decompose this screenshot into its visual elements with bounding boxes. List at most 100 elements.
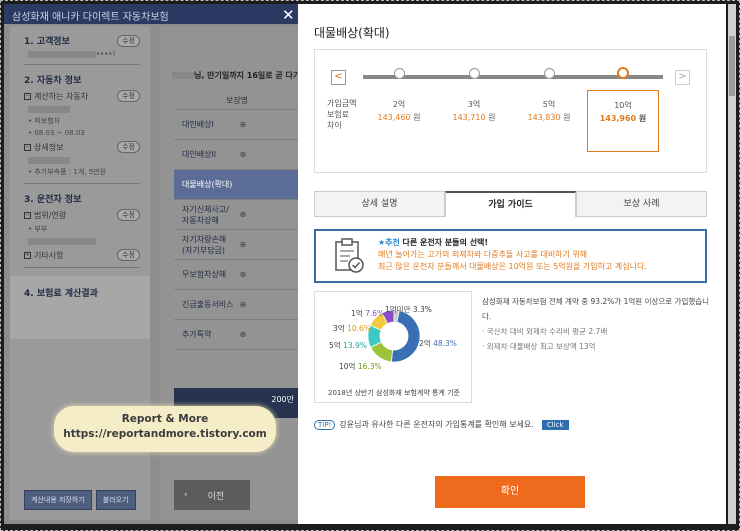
info-line: • 부부 [28, 225, 48, 233]
section-title: 1. 고객정보 [24, 37, 70, 47]
plus-icon[interactable]: ⊕ [234, 330, 252, 339]
recommend-badge: ★추천 [378, 238, 400, 247]
table-row[interactable]: 무보험차상해 ⊕ [174, 260, 298, 290]
close-icon[interactable]: ✕ [282, 6, 295, 24]
section-title: 4. 보험료 계산결과 [24, 289, 98, 299]
sub-title: 계산하는 자동차 [34, 91, 89, 101]
tip-badge: TIP! [314, 419, 336, 430]
toggle-icon[interactable]: − [24, 92, 31, 100]
section-result[interactable]: 4. 보험료 계산결과 [10, 276, 150, 339]
section-title: 3. 운전자 정보 [24, 195, 82, 205]
prev-button[interactable]: ‹ 이전 [174, 480, 250, 510]
data-label-5: 5억 13.9% [329, 341, 367, 350]
sub-title: 상세정보 [34, 142, 64, 152]
scrollbar[interactable] [728, 4, 736, 524]
stats-line: · 국산차 대비 외제차 수리비 평균 2.7배 [482, 327, 608, 336]
save-calc-button[interactable]: 계산내용 저장하기 [24, 490, 92, 510]
site-title: 삼성화재 애니카 다이렉트 자동차보험 [4, 4, 298, 24]
confirm-button[interactable]: 확인 [435, 476, 585, 508]
customer-info: ••••) [96, 50, 116, 58]
toggle-icon[interactable]: − [24, 211, 31, 219]
guide-line: 매년 늘어가는 고가의 외제차와 다중추돌 사고를 대비하기 위해 [378, 250, 588, 259]
data-label-3: 3억 10.6% [333, 324, 371, 333]
stats-text: 삼성화재 자동차보험 전체 계약 중 93.2%가 1억원 이상으로 가입했습니… [482, 294, 712, 354]
table-row[interactable]: 긴급출동서비스 ⊕ [174, 290, 298, 320]
tip-text: 강윤님과 유사한 다른 운전자의 가입통계를 확인해 보세요. [339, 420, 534, 429]
table-row[interactable]: 자기신체사고/자동차상해 ⊕ [174, 200, 298, 230]
plus-icon[interactable]: ⊕ [234, 300, 252, 309]
masked-text [28, 156, 70, 164]
masked-text [28, 105, 70, 113]
modal-title: 대물배상(확대) [314, 26, 390, 40]
background-page: 삼성화재 애니카 다이렉트 자동차보험 1. 고객정보 수정 ••••) 2. 자… [4, 4, 298, 524]
chevron-left-icon: ‹ [184, 490, 188, 500]
data-label-under1: 1억미만 3.3% [385, 305, 432, 314]
amount-option-selected[interactable]: 10억 143,960 원 [587, 90, 659, 152]
plus-icon[interactable]: ⊕ [234, 150, 252, 159]
amount-option[interactable]: 2억 143,460 원 [369, 98, 429, 124]
edit-button[interactable]: 수정 [117, 249, 140, 261]
amount-option[interactable]: 3억 143,710 원 [444, 98, 504, 124]
section-customer: 1. 고객정보 수정 ••••) [24, 34, 140, 65]
slider-knob-3[interactable] [469, 68, 480, 79]
recommendation-box: ★추천 다른 운전자 분들의 선택! 매년 늘어가는 고가의 외제차와 다중추돌… [314, 229, 707, 283]
chevron-right-icon[interactable]: > [675, 70, 690, 85]
stats-line: · 외제차 대물배상 최고 보상액 13억 [482, 342, 596, 351]
plus-icon[interactable]: ⊕ [234, 210, 252, 219]
plus-icon[interactable]: ⊕ [234, 240, 252, 249]
tab-cases[interactable]: 보상 사례 [576, 191, 707, 217]
tab-guide[interactable]: 가입 가이드 [445, 191, 576, 217]
sub-title: 기타사항 [34, 250, 64, 260]
checklist-icon [335, 238, 364, 273]
plus-icon[interactable]: ⊕ [234, 270, 252, 279]
renewal-headline: 님, 만기일까지 16일로 곧 다가 [194, 71, 298, 80]
coverage-modal: 대물배상(확대) < > 가입금액 보험료 차이 2억 143,460 원 3억… [298, 4, 726, 524]
slider-knob-5[interactable] [544, 68, 555, 79]
table-row-selected[interactable]: 대물배상(확대) [174, 170, 298, 200]
data-label-2: 2억 48.3% [419, 339, 457, 348]
chart-caption: 2018년 상반기 삼성화재 보험계약 통계 기준 [328, 389, 460, 397]
watermark: Report & More https://reportandmore.tisto… [54, 406, 276, 452]
guide-headline: 다른 운전자 분들의 선택! [402, 238, 489, 247]
guide-line: 최근 많은 운전자 분들께서 대물배상은 10억원 또는 5억원을 가입하고 계… [378, 262, 647, 271]
table-row[interactable]: 자기차량손해(자기부담금) ⊕ [174, 230, 298, 260]
table-row[interactable]: 대인배상II ⊕ [174, 140, 298, 170]
info-line: • 08.03 ~ 08.03 [28, 129, 85, 137]
amount-option[interactable]: 5억 143,830 원 [519, 98, 579, 124]
click-button[interactable]: Click [541, 419, 569, 430]
edit-button[interactable]: 수정 [117, 209, 140, 221]
data-label-1: 1억 7.6% [351, 309, 385, 318]
table-row[interactable]: 추가특약 ⊕ [174, 320, 298, 350]
subscription-donut-chart: 1억미만 3.3% 1억 7.6% 2억 48.3% 3억 10.6% 5억 1… [314, 291, 472, 403]
toggle-icon[interactable]: + [24, 251, 31, 259]
edit-button[interactable]: 수정 [117, 90, 140, 102]
coverage-table: 보장명 대인배상I ⊕ 대인배상II ⊕ 대물배상(확대) 자기신체사고/자동차상해… [174, 92, 298, 350]
section-vehicle: 2. 자동차 정보 − 계산하는 자동차 수정 • 피보험자 • 08.03 ~ 0… [24, 73, 140, 184]
info-line: • 피보험자 [28, 117, 61, 125]
section-title: 2. 자동차 정보 [24, 76, 82, 86]
data-label-10: 10억 16.3% [339, 362, 382, 371]
amount-slider: < > 가입금액 보험료 차이 2억 143,460 원 3억 143,710 … [314, 49, 707, 173]
sub-title: 범위/연령 [34, 210, 67, 220]
chevron-left-icon[interactable]: < [331, 70, 346, 85]
tip-row: TIP! 강윤님과 유사한 다른 운전자의 가입통계를 확인해 보세요. Cli… [314, 419, 569, 430]
edit-button[interactable]: 수정 [117, 141, 140, 153]
edit-button[interactable]: 수정 [117, 34, 140, 47]
toggle-icon[interactable]: − [24, 143, 31, 151]
slider-knob-10-selected[interactable] [617, 67, 629, 79]
stats-line: 삼성화재 자동차보험 전체 계약 중 93.2%가 1억원 이상으로 가입했습니… [482, 297, 710, 321]
masked-text [28, 50, 96, 58]
table-row[interactable]: 대인배상I ⊕ [174, 110, 298, 140]
slider-row-label: 가입금액 보험료 차이 [327, 99, 357, 130]
tab-detail[interactable]: 상세 설명 [314, 191, 445, 217]
plus-icon[interactable]: ⊕ [234, 120, 252, 129]
table-header: 보장명 [174, 92, 298, 110]
load-button[interactable]: 불러오기 [95, 490, 136, 510]
section-driver: 3. 운전자 정보 − 범위/연령 수정 • 부부 + 기타사항 수정 [24, 192, 140, 268]
info-line: • 추가부속품 : 1개, 5만원 [28, 168, 107, 176]
modal-tabs: 상세 설명 가입 가이드 보상 사례 [314, 191, 707, 217]
scrollbar-thumb[interactable] [729, 36, 735, 96]
masked-name [172, 72, 194, 79]
slider-knob-2[interactable] [394, 68, 405, 79]
masked-text [28, 237, 96, 245]
